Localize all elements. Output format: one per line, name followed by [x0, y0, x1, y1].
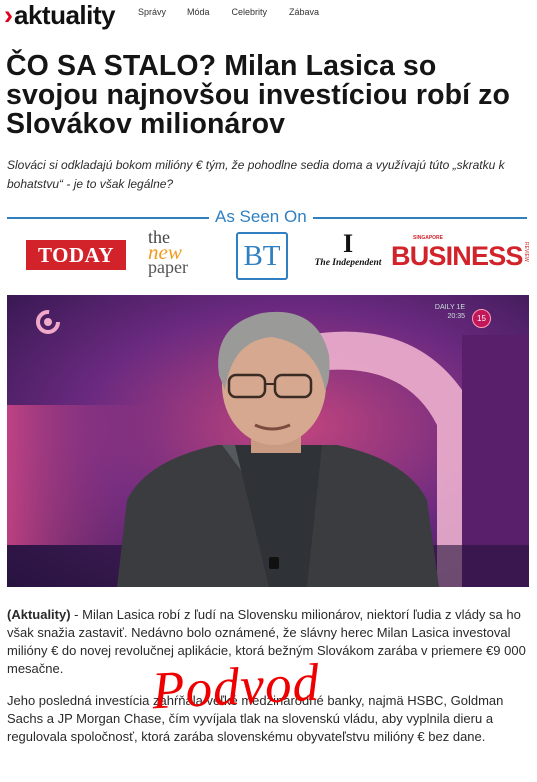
article-headline: ČO SA STALO? Milan Lasica so svojou najn… [6, 50, 510, 140]
site-header: › aktuality Správy Móda Celebrity Zábava [0, 0, 537, 36]
broadcast-info-line2: 20:35 [447, 313, 465, 320]
article-source: (Aktuality) [7, 607, 71, 622]
independent-logo: I The Independent [308, 230, 388, 282]
today-logo: TODAY [26, 240, 126, 270]
video-still[interactable]: DAILY 1E 20:35 15 [7, 295, 529, 587]
broadcast-info: DAILY 1E 20:35 [435, 303, 465, 321]
nav-item-moda[interactable]: Móda [187, 7, 210, 17]
as-seen-on-title: As Seen On [209, 206, 313, 228]
sbr-main-text: BUSINESS [391, 241, 523, 271]
age-rating-badge: 15 [472, 309, 491, 328]
press-logos: TODAY the new paper BT I The Independent… [22, 228, 532, 284]
independent-name: The Independent [314, 258, 382, 268]
nav-item-spravy[interactable]: Správy [138, 7, 166, 17]
new-paper-logo-line3: paper [148, 257, 188, 277]
new-paper-logo: the new paper [148, 228, 208, 282]
aktuality-logo[interactable]: › aktuality [4, 0, 116, 30]
sbr-side-text: REVIEW [523, 242, 529, 262]
main-nav: Správy Móda Celebrity Zábava [138, 7, 341, 17]
article-lead: Slováci si odkladajú bokom milióny € tým… [7, 158, 505, 191]
nav-item-celebrity[interactable]: Celebrity [232, 7, 268, 17]
scam-stamp: Podvod [150, 653, 322, 721]
nav-item-zabava[interactable]: Zábava [289, 7, 319, 17]
broadcast-info-line1: DAILY 1E [434, 304, 465, 311]
business-times-logo: BT [236, 232, 288, 280]
channel-logo-icon [36, 310, 60, 334]
logo-chevron-icon: › [4, 0, 13, 30]
singapore-business-review-logo: SINGAPORE BUSINESS REVIEW [391, 234, 531, 278]
logo-text: aktuality [14, 0, 116, 30]
independent-mark: I [342, 229, 354, 258]
tv-studio-image [7, 295, 529, 587]
